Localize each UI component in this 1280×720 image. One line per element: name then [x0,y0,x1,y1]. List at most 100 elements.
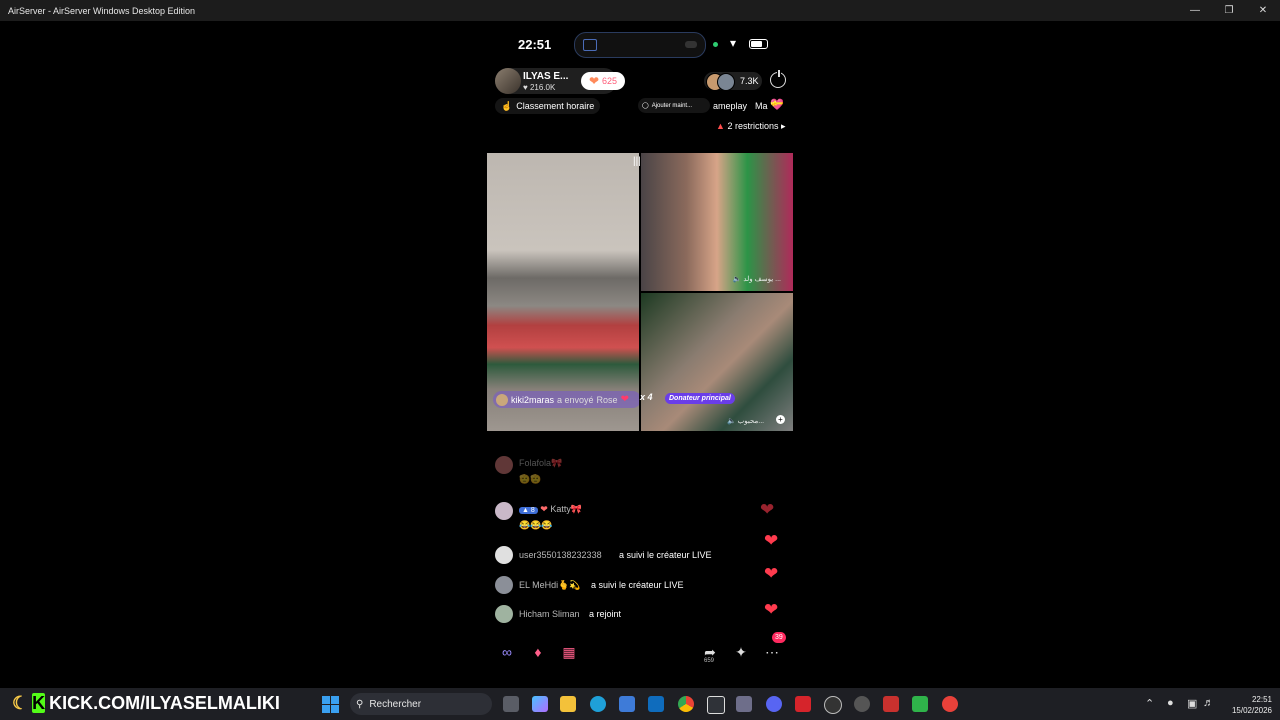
clock-date: 15/02/2026 [1231,706,1272,715]
power-icon[interactable] [770,70,786,88]
microphone-icon[interactable]: ● [1167,697,1174,709]
wifi-icon: ▾ [730,36,737,50]
bottom-toolbar: ∞ ♦ ▦ ➦ 659 ✦ ⋯ 39 [487,632,793,668]
guest-1-name: يوسف ولد ... [743,276,781,283]
discord-icon[interactable] [766,696,782,712]
play-icon[interactable] [912,696,928,712]
clock-time: 22:51 [1251,695,1272,704]
moon-icon: ☾ [12,692,29,713]
outlook-icon[interactable] [648,696,664,712]
gameplay-label[interactable]: ameplay [713,101,747,111]
gift-count: x 4 [640,392,653,402]
chat-avatar [495,502,513,520]
chat-user-name: Katty🎀 [550,504,583,514]
heart-count: 625 [602,76,618,86]
restrictions-link[interactable]: ▲ 2 restrictions ▸ [716,121,786,132]
guest-2-label: 🔈 محبوب... [727,418,765,425]
search-placeholder: Rechercher [369,698,422,710]
phone-screen: 22:51 ▾ ILYAS E... ♥ 216.0K ❤ 625 7.3K ☝ C… [487,22,793,688]
dynamic-island [574,32,706,58]
network-icon[interactable]: ▣ [1187,697,1197,710]
file-explorer-icon[interactable] [560,696,576,712]
notification-app-icon[interactable] [942,696,958,712]
more-badge: 39 [772,632,786,643]
share-count: 659 [704,658,715,664]
grid-apps-icon[interactable]: ▦ [558,641,580,663]
chat-text: 😂😂😂 [519,520,553,530]
host-card[interactable]: ILYAS E... ♥ 216.0K ❤ 625 [495,68,625,94]
store-icon[interactable] [619,696,635,712]
video-tile-host[interactable]: kiki2maras a envoyé Rose ❤ [487,153,639,431]
level-value: 8 [530,507,535,514]
add-label: Ajouter maint... [651,102,693,109]
edge-icon[interactable] [590,696,606,712]
link-guest-icon[interactable]: ∞ [496,641,518,663]
viewers-pill[interactable]: 7.3K [704,72,762,91]
gift-sender-avatar [496,393,508,406]
maximize-button[interactable]: ❐ [1212,0,1246,21]
search-box[interactable]: ⚲ Rechercher [350,693,492,715]
chat-user: Folafola🎀 [519,458,563,468]
app-icon[interactable] [854,696,870,712]
viewer-avatar [717,73,735,91]
close-button[interactable]: ✕ [1246,0,1280,21]
magic-wand-icon[interactable]: ✦ [730,641,752,663]
chat-user: user3550138232338 [519,550,602,560]
donor-badge: Donateur principal [665,393,735,404]
guest-2-name: محبوب... [737,418,765,425]
xbox-icon[interactable] [736,696,752,712]
viewer-count: 7.3K [740,76,759,86]
airserver-icon[interactable] [707,696,725,714]
battle-icon[interactable]: ♦ [527,641,549,663]
status-bar: 22:51 ▾ [487,32,793,58]
screen-mirror-icon [583,39,597,51]
floating-heart-icon: ❤ [760,500,775,519]
chat-user: EL MeHdi🫰💫 [519,580,581,590]
copilot-icon[interactable] [532,696,548,712]
status-time: 22:51 [518,37,552,52]
rank-pill[interactable]: ☝ Classement horaire [495,98,601,114]
host-avatar[interactable] [495,68,521,94]
rank-label: Classement horaire [516,101,595,111]
ma-label[interactable]: Ma [755,101,768,111]
heart-button[interactable]: ❤ 625 [581,72,625,90]
gift-sender: kiki2maras [511,394,555,405]
indicator-icon [685,41,697,48]
chat-user: Hicham Sliman [519,609,580,619]
gift-action: a envoyé [557,394,594,405]
gift-icon[interactable]: 💝 [770,98,784,111]
adobe-icon[interactable] [795,696,811,712]
video-tile-guest-2[interactable]: Donateur principal 🔈 محبوب... + [641,293,793,431]
level-badge: ▲ 8 [519,507,538,514]
add-pill[interactable]: ◯ Ajouter maint... [638,98,710,113]
floating-heart-icon: ❤ [764,564,779,583]
rose-icon: ❤ [620,394,629,405]
kick-overlay: ☾ K KICK.COM/ILYASELMALIKI [12,691,280,715]
minimize-button[interactable]: — [1178,0,1212,21]
chat-avatar [495,576,513,594]
title-bar: AirServer - AirServer Windows Desktop Ed… [0,0,1280,21]
fan-heart-icon: ❤ [540,504,548,514]
gift-item: Rose [596,394,618,405]
kick-url: KICK.COM/ILYASELMALIKI [49,692,280,713]
obs-icon[interactable] [824,696,842,714]
warning-icon: ▲ [716,121,725,131]
system-clock[interactable]: 22:51 15/02/2026 [1222,694,1272,716]
start-button[interactable] [322,696,339,713]
add-guest-icon[interactable]: + [776,415,785,424]
tray-overflow-icon[interactable]: ⌃ [1145,697,1154,710]
chat-avatar [495,456,513,474]
volume-icon[interactable]: ♬ [1203,697,1214,709]
task-view-icon[interactable] [503,696,519,712]
restrictions-label: 2 restrictions [727,121,779,131]
video-editor-icon[interactable] [883,696,899,712]
more-icon[interactable]: ⋯ [761,641,783,663]
multi-guest-video: kiki2maras a envoyé Rose ❤ ||| 🔈 يوسف ول… [487,153,793,431]
taskbar: ☾ K KICK.COM/ILYASELMALIKI ⚲ Rechercher ⌃… [0,688,1280,720]
guest-1-label: 🔈 يوسف ولد ... [732,276,781,283]
host-likes: ♥ 216.0K [523,83,556,92]
search-icon: ⚲ [356,698,364,710]
chrome-icon[interactable] [678,696,694,712]
video-tile-guest-1[interactable]: 🔈 يوسف ولد ... [641,153,793,291]
floating-heart-icon: ❤ [764,600,779,619]
